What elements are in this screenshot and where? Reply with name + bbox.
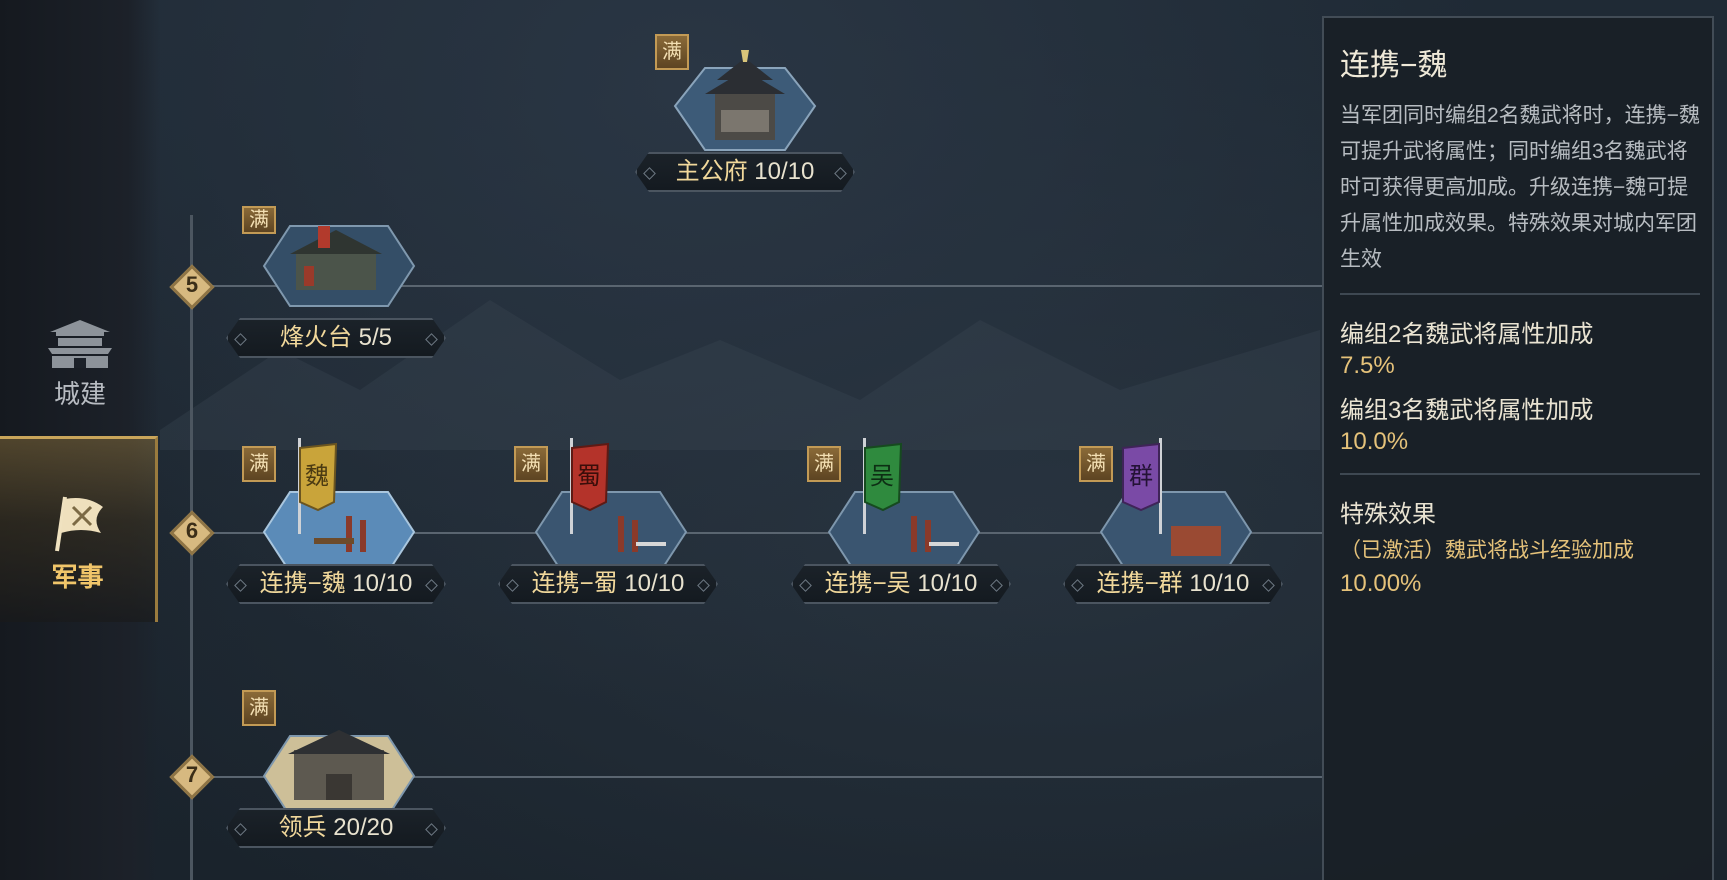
nav-city-tab[interactable]: 城建 — [40, 318, 120, 411]
stat-2-generals-label: 编组2名魏武将属性加成 — [1340, 321, 1594, 348]
label-dot — [697, 579, 710, 592]
label-dot — [234, 579, 247, 592]
shu-flag-icon: 蜀 — [570, 438, 610, 534]
wu-flag-icon: 吴 — [863, 438, 903, 534]
beacon-tower-label: 烽火台 5/5 — [226, 318, 446, 358]
beacon-tower-progress: 5/5 — [358, 324, 393, 351]
troop-command-progress: 20/20 — [333, 814, 394, 841]
stat-3-generals-label: 编组3名魏武将属性加成 — [1340, 397, 1594, 424]
wu-flag-char: 吴 — [870, 462, 894, 490]
main-hall-progress: 10/10 — [754, 158, 815, 185]
label-dot — [425, 333, 438, 346]
synergy-wu-label: 连携−吴 10/10 — [791, 564, 1011, 604]
main-hall-building-icon — [673, 50, 817, 151]
label-dot — [425, 823, 438, 836]
panel-divider — [1340, 293, 1700, 295]
beacon-tower-icon — [262, 225, 416, 307]
label-dot — [643, 167, 656, 180]
troop-command-label: 领兵 20/20 — [226, 808, 446, 848]
synergy-shu-label: 连携−蜀 10/10 — [498, 564, 718, 604]
synergy-qun-name: 连携−群 — [1096, 570, 1183, 597]
synergy-qun-progress: 10/10 — [1189, 570, 1250, 597]
panel-title: 连携−魏 — [1340, 49, 1448, 82]
troop-command-name: 领兵 — [278, 814, 327, 841]
label-dot — [425, 579, 438, 592]
synergy-wei-label: 连携−魏 10/10 — [226, 564, 446, 604]
label-dot — [1262, 579, 1275, 592]
wei-flag-char: 魏 — [305, 462, 329, 490]
max-badge: 满 — [807, 446, 841, 482]
max-badge: 满 — [514, 446, 548, 482]
left-nav: 城建 军事 — [0, 0, 160, 880]
synergy-shu-progress: 10/10 — [624, 570, 685, 597]
special-effect-desc: （已激活）魏武将战斗经验加成 — [1340, 539, 1634, 562]
tier6-number: 6 — [185, 518, 199, 543]
nav-military-tab[interactable]: 军事 — [0, 436, 158, 622]
synergy-shu-name: 连携−蜀 — [531, 570, 618, 597]
main-hall-label: 主公府 10/10 — [635, 152, 855, 192]
wei-flag-icon: 魏 — [298, 438, 338, 534]
label-dot — [506, 579, 519, 592]
main-hall-name: 主公府 — [675, 158, 748, 185]
label-dot — [234, 333, 247, 346]
detail-panel: 连携−魏 当军团同时编组2名魏武将时，连携−魏可提升武将属性；同时编组3名魏武将… — [1322, 16, 1714, 880]
tier5-number: 5 — [185, 272, 199, 297]
label-dot — [799, 579, 812, 592]
stat-3-generals-value: 10.0% — [1340, 428, 1409, 455]
tier7-number: 7 — [185, 762, 199, 787]
synergy-wu-name: 连携−吴 — [824, 570, 911, 597]
stat-2-generals-value: 7.5% — [1340, 352, 1395, 379]
qun-flag-icon: 群 — [1122, 438, 1162, 534]
label-dot — [234, 823, 247, 836]
label-dot — [990, 579, 1003, 592]
nav-military-label: 军事 — [51, 562, 104, 592]
qun-flag-char: 群 — [1129, 462, 1153, 490]
beacon-tower-name: 烽火台 — [279, 324, 352, 351]
synergy-wu-progress: 10/10 — [917, 570, 978, 597]
synergy-qun-label: 连携−群 10/10 — [1063, 564, 1283, 604]
max-badge: 满 — [242, 446, 276, 482]
synergy-wei-progress: 10/10 — [352, 570, 413, 597]
max-badge: 满 — [1079, 446, 1113, 482]
nav-city-label: 城建 — [53, 379, 106, 409]
max-badge: 满 — [242, 690, 276, 726]
panel-description: 当军团同时编组2名魏武将时，连携−魏可提升武将属性；同时编组3名魏武将时可获得更… — [1340, 104, 1700, 271]
label-dot — [1071, 579, 1084, 592]
war-flag-icon — [54, 496, 103, 552]
special-effect-title: 特殊效果 — [1340, 501, 1436, 528]
city-gate-icon — [48, 320, 112, 368]
special-effect-value: 10.00% — [1340, 570, 1422, 597]
shu-flag-char: 蜀 — [577, 462, 601, 490]
label-dot — [834, 167, 847, 180]
panel-divider — [1340, 473, 1700, 475]
synergy-wei-name: 连携−魏 — [259, 570, 346, 597]
